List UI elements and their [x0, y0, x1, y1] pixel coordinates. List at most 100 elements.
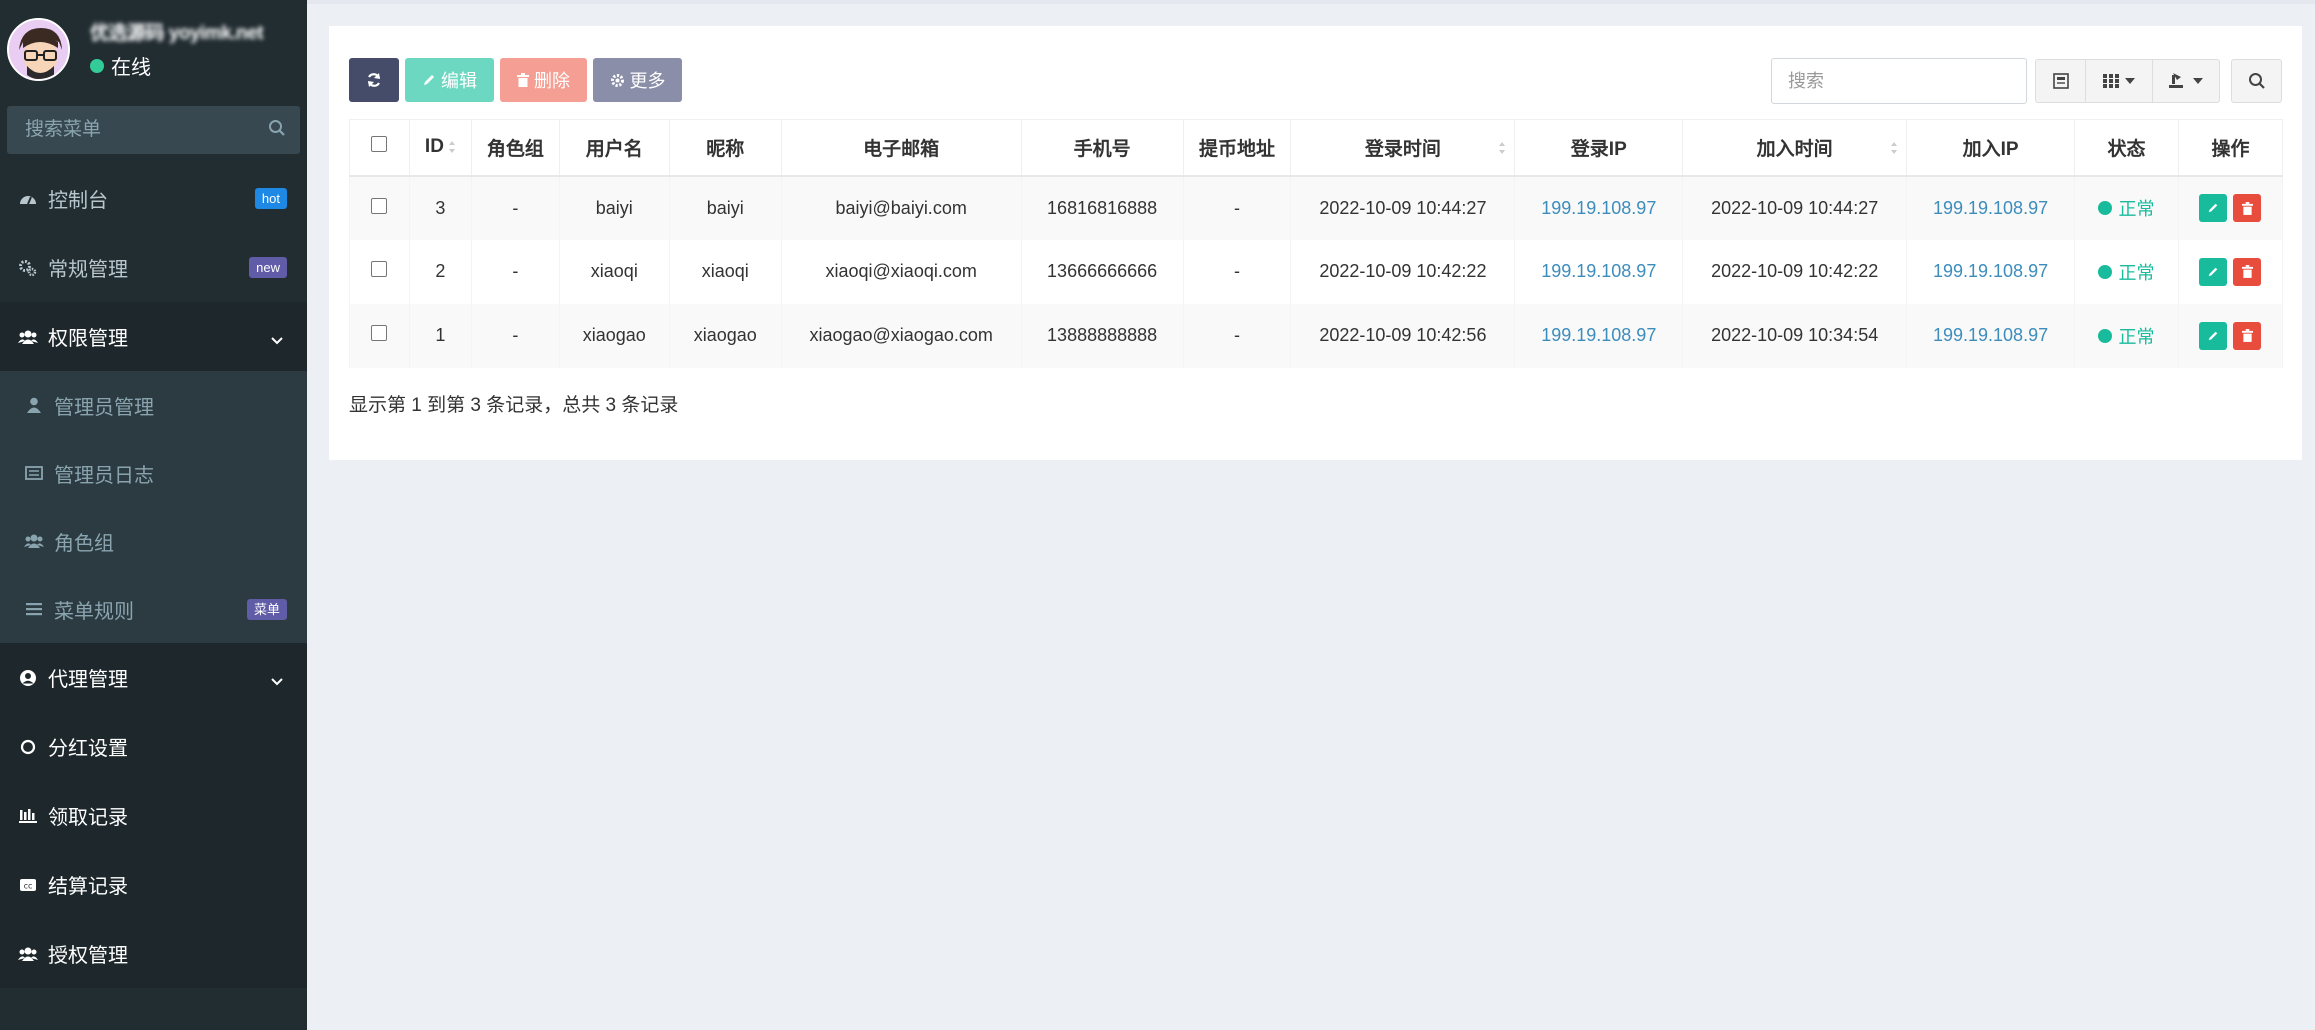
group-icon: [18, 944, 38, 964]
row-delete-button[interactable]: [2233, 321, 2262, 350]
svg-text:cc: cc: [24, 881, 33, 890]
column-header-jointime[interactable]: 加入时间: [1682, 119, 1908, 177]
table-row: 3 - baiyi baiyi baiyi@baiyi.com 16816816…: [349, 175, 2284, 240]
cell-jointime: 2022-10-09 10:34:54: [1682, 303, 1908, 368]
select-all-checkbox[interactable]: [371, 136, 388, 153]
more-button[interactable]: 更多: [593, 58, 682, 102]
user-name: 优选源码 yoyimk.net: [90, 23, 264, 44]
row-delete-button[interactable]: [2233, 194, 2262, 222]
column-header-id[interactable]: ID: [408, 119, 472, 177]
online-status-icon: [90, 58, 104, 73]
sidebar-item-dividend[interactable]: 分红设置: [0, 712, 307, 781]
cell-mobile: 16816816888: [1020, 175, 1184, 240]
cc-icon: cc: [18, 875, 38, 895]
status-dot-icon: [2098, 264, 2113, 279]
sidebar: 优选源码 yoyimk.net 在线 控制台 hot 常规管理 new: [0, 0, 307, 1030]
edit-button[interactable]: 编辑: [405, 58, 494, 102]
toggle-card-view-button[interactable]: [2035, 59, 2086, 103]
tab-strip: [307, 0, 2315, 4]
status-badge[interactable]: 正常: [2098, 323, 2154, 349]
table-search-input[interactable]: [1771, 58, 2027, 104]
sort-icon: [1499, 142, 1506, 154]
sidebar-item-general[interactable]: 常规管理 new: [0, 233, 307, 302]
sidebar-item-claim-records[interactable]: 领取记录: [0, 781, 307, 850]
trash-icon: [2241, 201, 2253, 215]
sidebar-search: [7, 106, 300, 154]
column-header-joinip: 加入IP: [1906, 119, 2076, 177]
sidebar-item-permissions[interactable]: 权限管理: [0, 302, 307, 371]
row-edit-button[interactable]: [2199, 257, 2228, 286]
avatar[interactable]: [7, 17, 70, 81]
export-button[interactable]: [2153, 59, 2220, 103]
list-alt-icon: [24, 463, 44, 483]
sidebar-item-admin[interactable]: 管理员管理: [0, 371, 307, 439]
circle-icon: [18, 737, 38, 757]
status-badge[interactable]: 正常: [2098, 259, 2154, 285]
table-header-row: ID 角色组 用户名 昵称 电子邮箱 手机号 提币地址 登录时间 登录IP 加入…: [349, 119, 2284, 177]
sidebar-item-dashboard[interactable]: 控制台 hot: [0, 164, 307, 233]
cell-nickname: baiyi: [668, 175, 782, 240]
admin-table: ID 角色组 用户名 昵称 电子邮箱 手机号 提币地址 登录时间 登录IP 加入…: [349, 119, 2284, 368]
cell-username: xiaoqi: [558, 239, 670, 304]
cell-email: xiaoqi@xiaoqi.com: [780, 239, 1022, 304]
delete-button[interactable]: 删除: [500, 58, 587, 102]
status-badge[interactable]: 正常: [2098, 195, 2154, 221]
cell-jointime: 2022-10-09 10:44:27: [1682, 175, 1908, 240]
user-icon: [24, 395, 44, 415]
group-icon: [18, 327, 38, 347]
content-panel: 编辑 删除 更多 搜索 ID 角色组 用户名 昵称 电子邮箱 手机号 提币地址 …: [329, 26, 2302, 460]
joinip-link[interactable]: 199.19.108.97: [1933, 261, 2048, 281]
edit-button-label: 编辑: [441, 71, 477, 91]
sidebar-item-label: 授权管理: [48, 945, 128, 967]
sidebar-item-admin-log[interactable]: 管理员日志: [0, 439, 307, 507]
sidebar-item-label: 权限管理: [48, 328, 128, 350]
user-status-label: 在线: [111, 57, 151, 79]
table-row: 1 - xiaogao xiaogao xiaogao@xiaogao.com …: [349, 303, 2284, 368]
cell-address: -: [1182, 303, 1292, 368]
sidebar-item-label: 结算记录: [48, 876, 128, 898]
cell-jointime: 2022-10-09 10:42:22: [1682, 239, 1908, 304]
row-edit-button[interactable]: [2199, 321, 2228, 350]
column-header-nickname: 昵称: [668, 119, 782, 177]
refresh-button[interactable]: [349, 58, 399, 102]
user-status: 在线: [90, 51, 263, 80]
advanced-search-button[interactable]: [2231, 59, 2282, 103]
table-toolbar: 编辑 删除 更多: [349, 58, 682, 102]
cell-username: xiaogao: [558, 303, 670, 368]
column-header-logintime[interactable]: 登录时间: [1290, 119, 1516, 177]
loginip-link[interactable]: 199.19.108.97: [1541, 261, 1656, 281]
joinip-link[interactable]: 199.19.108.97: [1933, 198, 2048, 218]
menu-badge: 菜单: [246, 598, 287, 620]
cogs-icon: [18, 258, 38, 278]
cell-logintime: 2022-10-09 10:42:22: [1290, 239, 1516, 304]
sidebar-item-settlement[interactable]: cc 结算记录: [0, 850, 307, 919]
trash-icon: [517, 73, 529, 87]
joinip-link[interactable]: 199.19.108.97: [1933, 325, 2048, 345]
sidebar-search-input[interactable]: [25, 119, 255, 141]
column-header-status: 状态: [2074, 119, 2179, 177]
cell-mobile: 13888888888: [1020, 303, 1184, 368]
loginip-link[interactable]: 199.19.108.97: [1541, 198, 1656, 218]
row-checkbox[interactable]: [371, 325, 388, 341]
row-edit-button[interactable]: [2199, 194, 2228, 222]
bars-icon: [24, 599, 44, 619]
trash-icon: [2241, 265, 2253, 278]
sidebar-item-label: 代理管理: [48, 669, 128, 691]
cell-logintime: 2022-10-09 10:44:27: [1290, 175, 1516, 240]
status-dot-icon: [2098, 328, 2113, 343]
row-delete-button[interactable]: [2233, 257, 2262, 286]
columns-button[interactable]: [2086, 59, 2153, 103]
sidebar-item-agent[interactable]: 代理管理: [0, 643, 307, 712]
cell-group: -: [470, 175, 560, 240]
loginip-link[interactable]: 199.19.108.97: [1541, 325, 1656, 345]
cell-nickname: xiaoqi: [668, 239, 782, 304]
cell-group: -: [470, 239, 560, 304]
sidebar-item-auth[interactable]: 授权管理: [0, 919, 307, 988]
pencil-icon: [2209, 267, 2218, 276]
row-checkbox[interactable]: [371, 261, 388, 277]
sidebar-item-menu-rules[interactable]: 菜单规则 菜单: [0, 575, 307, 643]
search-icon[interactable]: [268, 119, 286, 142]
row-checkbox[interactable]: [371, 197, 388, 214]
caret-down-icon: [2193, 78, 2203, 84]
sidebar-item-role-group[interactable]: 角色组: [0, 507, 307, 575]
